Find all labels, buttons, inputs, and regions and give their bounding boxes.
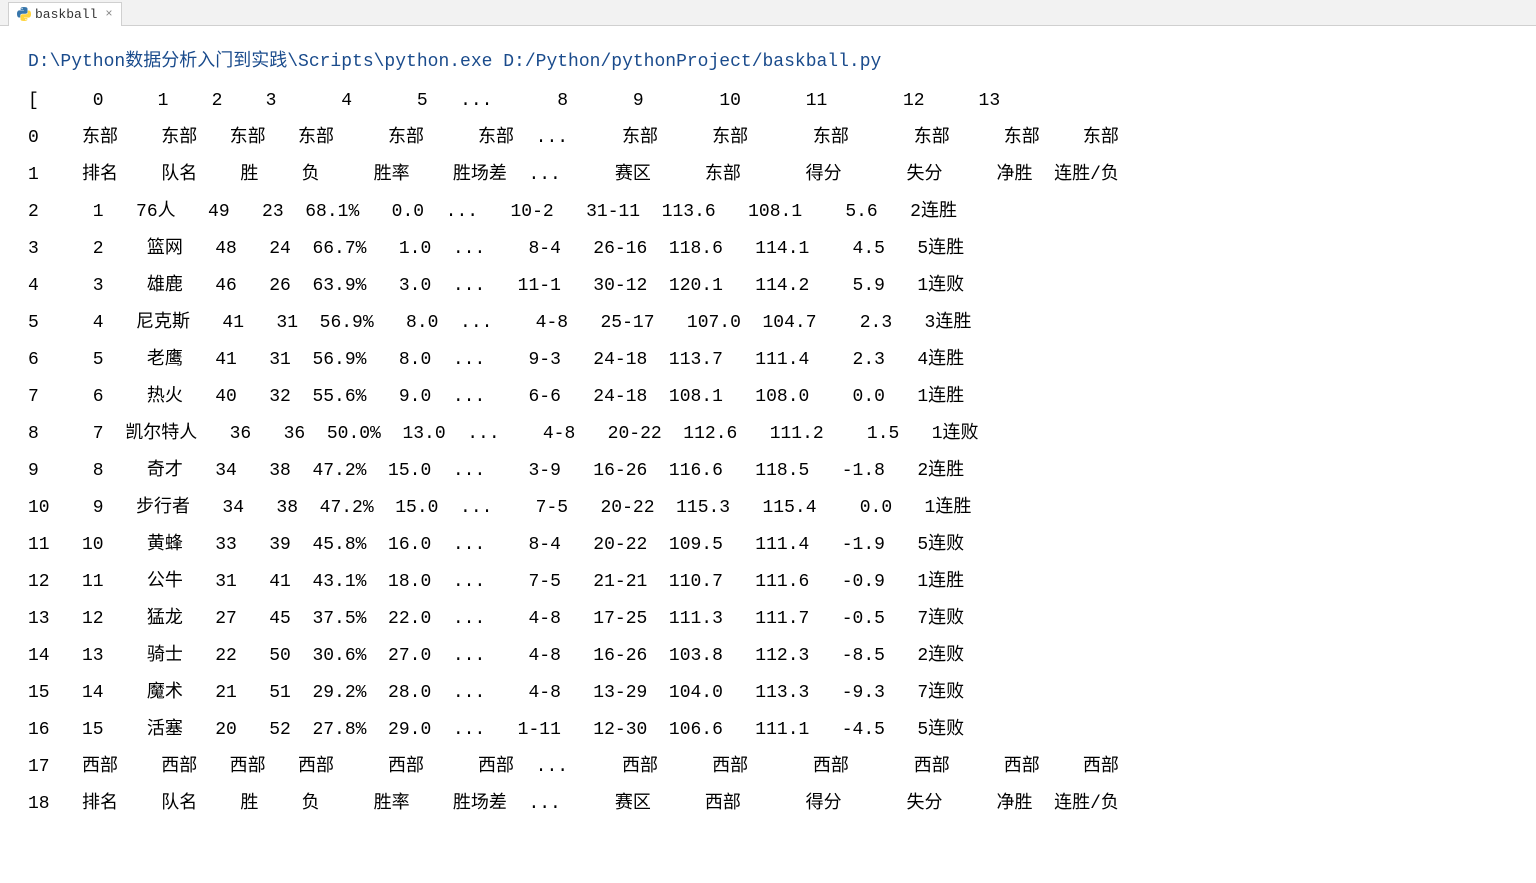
output-line-9: 8 7 凯尔特人 36 36 50.0% 13.0 ... 4-8 20-22 … [28,416,1536,453]
tab-baskball[interactable]: baskball × [8,2,122,26]
output-line-10: 9 8 奇才 34 38 47.2% 15.0 ... 3-9 16-26 11… [28,453,1536,490]
command-line: D:\Python数据分析入门到实践\Scripts\python.exe D:… [28,44,1536,81]
output-line-14: 13 12 猛龙 27 45 37.5% 22.0 ... 4-8 17-25 … [28,601,1536,638]
output-line-18: 17 西部 西部 西部 西部 西部 西部 ... 西部 西部 西部 西部 西部 … [28,749,1536,786]
output-line-17: 16 15 活塞 20 52 27.8% 29.0 ... 1-11 12-30… [28,712,1536,749]
output-line-16: 15 14 魔术 21 51 29.2% 28.0 ... 4-8 13-29 … [28,675,1536,712]
output-line-6: 5 4 尼克斯 41 31 56.9% 8.0 ... 4-8 25-17 10… [28,305,1536,342]
output-line-7: 6 5 老鹰 41 31 56.9% 8.0 ... 9-3 24-18 113… [28,342,1536,379]
output-line-0: [ 0 1 2 3 4 5 ... 8 9 10 11 12 13 [28,83,1536,120]
close-icon[interactable]: × [105,7,112,21]
tab-bar: baskball × [0,0,1536,26]
output-line-4: 3 2 篮网 48 24 66.7% 1.0 ... 8-4 26-16 118… [28,231,1536,268]
output-line-8: 7 6 热火 40 32 55.6% 9.0 ... 6-6 24-18 108… [28,379,1536,416]
output-line-2: 1 排名 队名 胜 负 胜率 胜场差 ... 赛区 东部 得分 失分 净胜 连胜… [28,157,1536,194]
output-line-19: 18 排名 队名 胜 负 胜率 胜场差 ... 赛区 西部 得分 失分 净胜 连… [28,786,1536,823]
output-line-15: 14 13 骑士 22 50 30.6% 27.0 ... 4-8 16-26 … [28,638,1536,675]
output-line-5: 4 3 雄鹿 46 26 63.9% 3.0 ... 11-1 30-12 12… [28,268,1536,305]
python-icon [17,7,31,21]
tab-label: baskball [35,7,97,22]
output-line-3: 2 1 76人 49 23 68.1% 0.0 ... 10-2 31-11 1… [28,194,1536,231]
output-line-1: 0 东部 东部 东部 东部 东部 东部 ... 东部 东部 东部 东部 东部 东… [28,120,1536,157]
output-line-13: 12 11 公牛 31 41 43.1% 18.0 ... 7-5 21-21 … [28,564,1536,601]
output-body: [ 0 1 2 3 4 5 ... 8 9 10 11 12 130 东部 东部… [28,83,1536,823]
output-line-11: 10 9 步行者 34 38 47.2% 15.0 ... 7-5 20-22 … [28,490,1536,527]
console-output: D:\Python数据分析入门到实践\Scripts\python.exe D:… [0,26,1536,823]
output-line-12: 11 10 黄蜂 33 39 45.8% 16.0 ... 8-4 20-22 … [28,527,1536,564]
